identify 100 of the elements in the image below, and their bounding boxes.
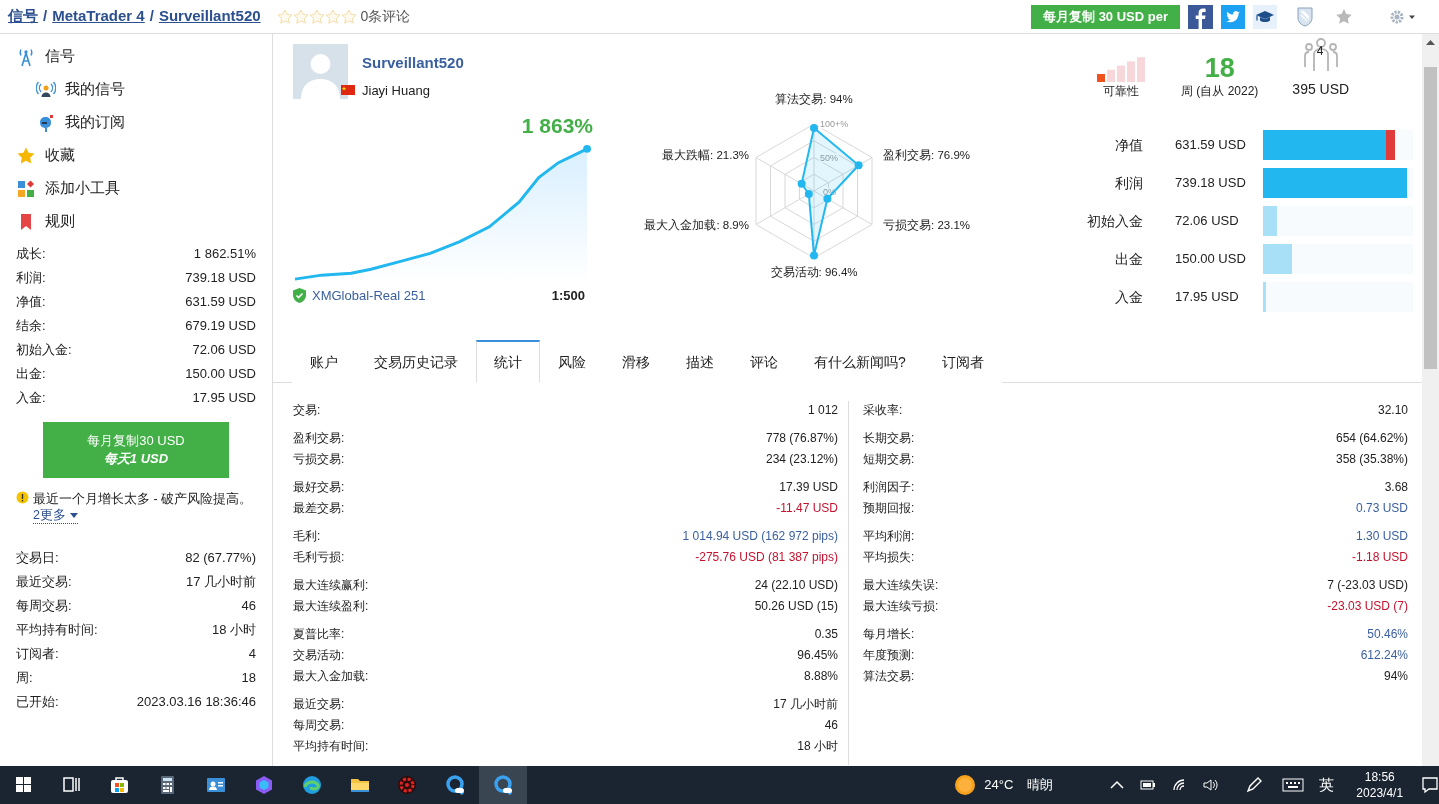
avatar-icon — [293, 44, 348, 99]
scrollbar-thumb[interactable] — [1424, 67, 1437, 369]
stat-value: -23.03 USD (7) — [1327, 598, 1408, 615]
volume-icon[interactable] — [1202, 777, 1219, 793]
battery-icon[interactable] — [1140, 777, 1157, 793]
review-count[interactable]: 0条评论 — [360, 6, 411, 27]
stat-label: 每月增长: — [863, 626, 915, 643]
keyboard-icon[interactable] — [1282, 778, 1305, 792]
stat-value: 0.73 USD — [1355, 500, 1408, 517]
stat-value: -11.47 USD — [776, 500, 838, 517]
stat-value: 17.95 USD — [192, 389, 256, 408]
stat-label: 最差交易: — [293, 500, 345, 517]
balance-value: 631.59 USD — [1174, 136, 1247, 155]
widgets-icon — [16, 178, 36, 199]
stat-value: 94% — [1383, 668, 1408, 685]
pen-icon[interactable] — [1245, 776, 1264, 794]
stat-label: 夏普比率: — [293, 626, 345, 643]
stat-value: 358 (35.38%) — [1335, 451, 1408, 468]
breadcrumb-link[interactable]: 信号 — [8, 5, 38, 28]
breadcrumb-link[interactable]: MetaTrader 4 — [52, 5, 145, 28]
stat-label: 每周交易: — [16, 597, 72, 616]
warning-text: 最近一个月增长太多 - 破产风险提高。 — [33, 491, 253, 507]
stat-label: 预期回报: — [863, 500, 915, 517]
stat-label: 交易: — [293, 402, 321, 419]
taskbar-button[interactable] — [479, 766, 528, 804]
sidebar-item[interactable]: 收藏 — [16, 139, 256, 172]
stat-label: 最大连续亏损: — [863, 598, 939, 615]
stat-value: 32.10 — [1377, 402, 1408, 419]
stat-value: 46 — [824, 717, 838, 734]
trader-name[interactable]: Surveillant520 — [362, 52, 464, 75]
breadcrumb-separator: / — [43, 6, 48, 27]
stat-value: 7 (-23.03 USD) — [1327, 577, 1408, 594]
stat-value: 1 012 — [807, 402, 838, 419]
balance-label: 净值 — [1114, 135, 1143, 155]
stat-label: 算法交易: — [863, 668, 915, 685]
server-link[interactable]: XMGlobal-Real 251 — [312, 285, 426, 305]
verified-shield-icon — [293, 287, 306, 303]
axis-label: 最大入金加载: 8.9% — [644, 219, 749, 231]
subscription-total: 395 USD — [1292, 80, 1350, 99]
reliability-label: 可靠性 — [1103, 83, 1139, 100]
shopping-bag-icon — [108, 774, 131, 796]
gear-icon — [396, 774, 419, 796]
stat-value: 96.45% — [797, 647, 838, 664]
growth-value: 1 863% — [520, 113, 593, 139]
input-method[interactable]: 英 — [1319, 773, 1335, 797]
twitter-icon[interactable] — [1221, 4, 1245, 29]
stat-label: 最大连续盈利: — [293, 598, 369, 615]
axis-label: 盈利交易: 76.9% — [883, 149, 970, 161]
broadcast-icon — [36, 79, 56, 100]
balance-value: 150.00 USD — [1174, 250, 1247, 269]
stat-label: 交易活动: — [293, 647, 345, 664]
notification-icon[interactable] — [1421, 776, 1439, 794]
stat-value: 24 (22.10 USD) — [754, 577, 838, 594]
stat-label: 长期交易: — [863, 430, 915, 447]
sidebar-item[interactable]: 我的信号 — [16, 73, 256, 106]
stat-label: 初始入金: — [16, 341, 72, 360]
stat-label: 利润因子: — [863, 479, 915, 496]
stat-label: 毛利: — [293, 528, 321, 545]
tab[interactable]: 统计 — [476, 340, 540, 383]
axis-label: 交易活动: 96.4% — [770, 266, 858, 278]
stat-value: 679.19 USD — [185, 317, 256, 336]
balance-value: 17.95 USD — [1174, 288, 1240, 307]
stat-value: 82 (67.77%) — [185, 549, 256, 568]
sidebar-item[interactable]: 信号 — [16, 40, 256, 73]
star-icon — [276, 8, 293, 25]
stat-label: 平均利润: — [863, 528, 915, 545]
stat-label: 毛利亏损: — [293, 549, 345, 566]
sidebar-item[interactable]: 我的订阅 — [16, 106, 256, 139]
stat-value: 631.59 USD — [185, 293, 256, 312]
caret-icon — [69, 512, 78, 518]
warning-icon — [16, 491, 29, 504]
balance-value: 72.06 USD — [1174, 212, 1240, 231]
star-icon[interactable] — [1335, 7, 1353, 26]
weeks-count: 18 — [1204, 54, 1235, 82]
stat-value: 1 862.51% — [193, 245, 256, 264]
flag-icon — [341, 85, 355, 96]
breadcrumb-separator: / — [149, 6, 154, 27]
stat-label: 利润: — [16, 269, 46, 288]
stat-value: 50.46% — [1367, 626, 1408, 643]
stat-label: 每周交易: — [293, 717, 345, 734]
graduation-cap-icon[interactable] — [1253, 4, 1277, 29]
stat-value: 46 — [241, 597, 256, 616]
facebook-icon[interactable] — [1188, 4, 1213, 29]
stat-value: 612.24% — [1360, 647, 1408, 664]
stat-value: 0.35 — [814, 626, 838, 643]
breadcrumb-link[interactable]: Surveillant520 — [158, 5, 261, 28]
clock-date[interactable]: 2023/4/1 — [1356, 785, 1404, 801]
stat-label: 最大连续失误: — [863, 577, 939, 594]
stat-label: 最近交易: — [293, 696, 345, 713]
more-link[interactable]: 2更多 — [33, 507, 78, 524]
clock-time[interactable]: 18:56 — [1364, 769, 1395, 785]
stat-value: 18 小时 — [211, 621, 256, 640]
sidebar-item[interactable]: 添加小工具 — [16, 172, 256, 205]
subscriber-count: 4 — [1316, 45, 1324, 58]
star-icon — [308, 8, 325, 25]
sidebar-item[interactable]: 规则 — [16, 205, 256, 238]
owner-name: Jiayi Huang — [362, 81, 430, 100]
stat-value: 50.26 USD (15) — [754, 598, 838, 615]
stat-label: 结余: — [16, 317, 46, 336]
stat-value: 4 — [248, 645, 256, 664]
